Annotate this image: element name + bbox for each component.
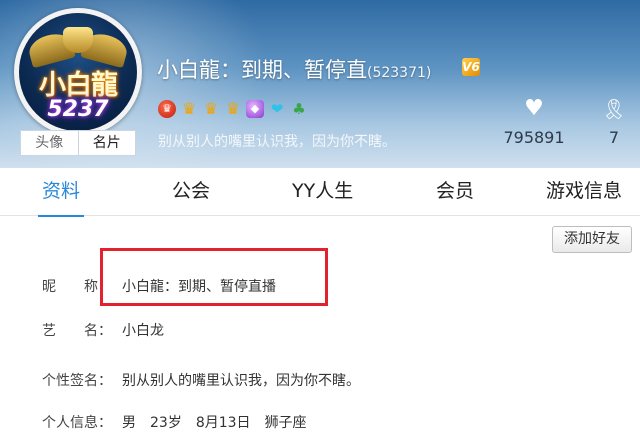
- profile-header: 小白龍 5237 头像 名片 小白龍：到期、暂停直(523371) V6 ♛ ♛…: [0, 0, 640, 168]
- highlight-box: [100, 248, 328, 306]
- zodiac-value: 狮子座: [264, 415, 307, 431]
- purple-gem-icon[interactable]: ◆: [246, 100, 264, 118]
- green-leaf-icon[interactable]: ♣: [290, 100, 308, 118]
- signature-value: 别从别人的嘴里认识我，因为你不瞎。: [122, 373, 360, 389]
- gender-value: 男: [122, 415, 136, 431]
- avatar-number-text: 5237: [47, 97, 109, 122]
- likes-count: 795891: [503, 128, 565, 147]
- avatar-tab[interactable]: 头像: [21, 131, 78, 155]
- signature-text: 别从别人的嘴里认识我，因为你不瞎。: [158, 134, 396, 150]
- tab-data[interactable]: 资料: [37, 168, 85, 217]
- avatar-crest-icon: [63, 27, 93, 53]
- ribbon-icon: 🎗: [601, 97, 627, 121]
- crown-icon[interactable]: ♛: [202, 100, 220, 118]
- nickname-text: 小白龍：到期、暂停直: [157, 58, 367, 82]
- likes-stat[interactable]: ♥ 795891: [502, 96, 566, 147]
- crown-icon[interactable]: ♛: [180, 100, 198, 118]
- avatar-tabs: 头像 名片: [20, 130, 136, 156]
- avatar-frame[interactable]: 小白龍 5237: [14, 8, 142, 136]
- cyan-heart-icon[interactable]: ❤: [268, 100, 286, 118]
- signature-label: 个性签名：: [42, 373, 112, 389]
- tab-guild[interactable]: 公会: [172, 168, 210, 216]
- personal-info-row: 个人信息： 男 23岁 8月13日 狮子座: [42, 412, 307, 432]
- fans-count: 7: [608, 128, 620, 147]
- heart-icon: ♥: [524, 96, 544, 121]
- personal-info-label: 个人信息：: [42, 415, 112, 431]
- signature-row: 个性签名： 别从别人的嘴里认识我，因为你不瞎。: [42, 370, 360, 390]
- card-tab[interactable]: 名片: [77, 131, 136, 155]
- artname-label: 艺 名：: [42, 323, 112, 339]
- crown-icon[interactable]: ♛: [224, 100, 242, 118]
- tab-game-info[interactable]: 游戏信息: [546, 168, 622, 216]
- profile-tabs: 资料 公会 YY人生 会员 游戏信息: [0, 168, 640, 217]
- add-friend-button[interactable]: 添加好友: [552, 226, 632, 253]
- birthday-value: 8月13日: [195, 415, 251, 431]
- page-title: 小白龍：到期、暂停直(523371): [157, 54, 431, 84]
- avatar[interactable]: 小白龍 5237: [19, 13, 137, 131]
- vip-level-badge[interactable]: V6: [462, 58, 480, 76]
- red-medal-icon[interactable]: ♛: [158, 100, 176, 118]
- tab-membership[interactable]: 会员: [436, 168, 474, 216]
- artname-row: 艺 名： 小白龙: [42, 320, 164, 340]
- user-id: (523371): [367, 65, 432, 81]
- artname-value: 小白龙: [122, 323, 164, 339]
- age-value: 23岁: [150, 415, 182, 431]
- tab-yy-life[interactable]: YY人生: [292, 168, 353, 216]
- badge-list: ♛ ♛ ♛ ♛ ◆ ❤ ♣: [158, 100, 308, 118]
- image-smudge: [330, 218, 560, 308]
- fans-stat[interactable]: 🎗 7: [596, 96, 632, 147]
